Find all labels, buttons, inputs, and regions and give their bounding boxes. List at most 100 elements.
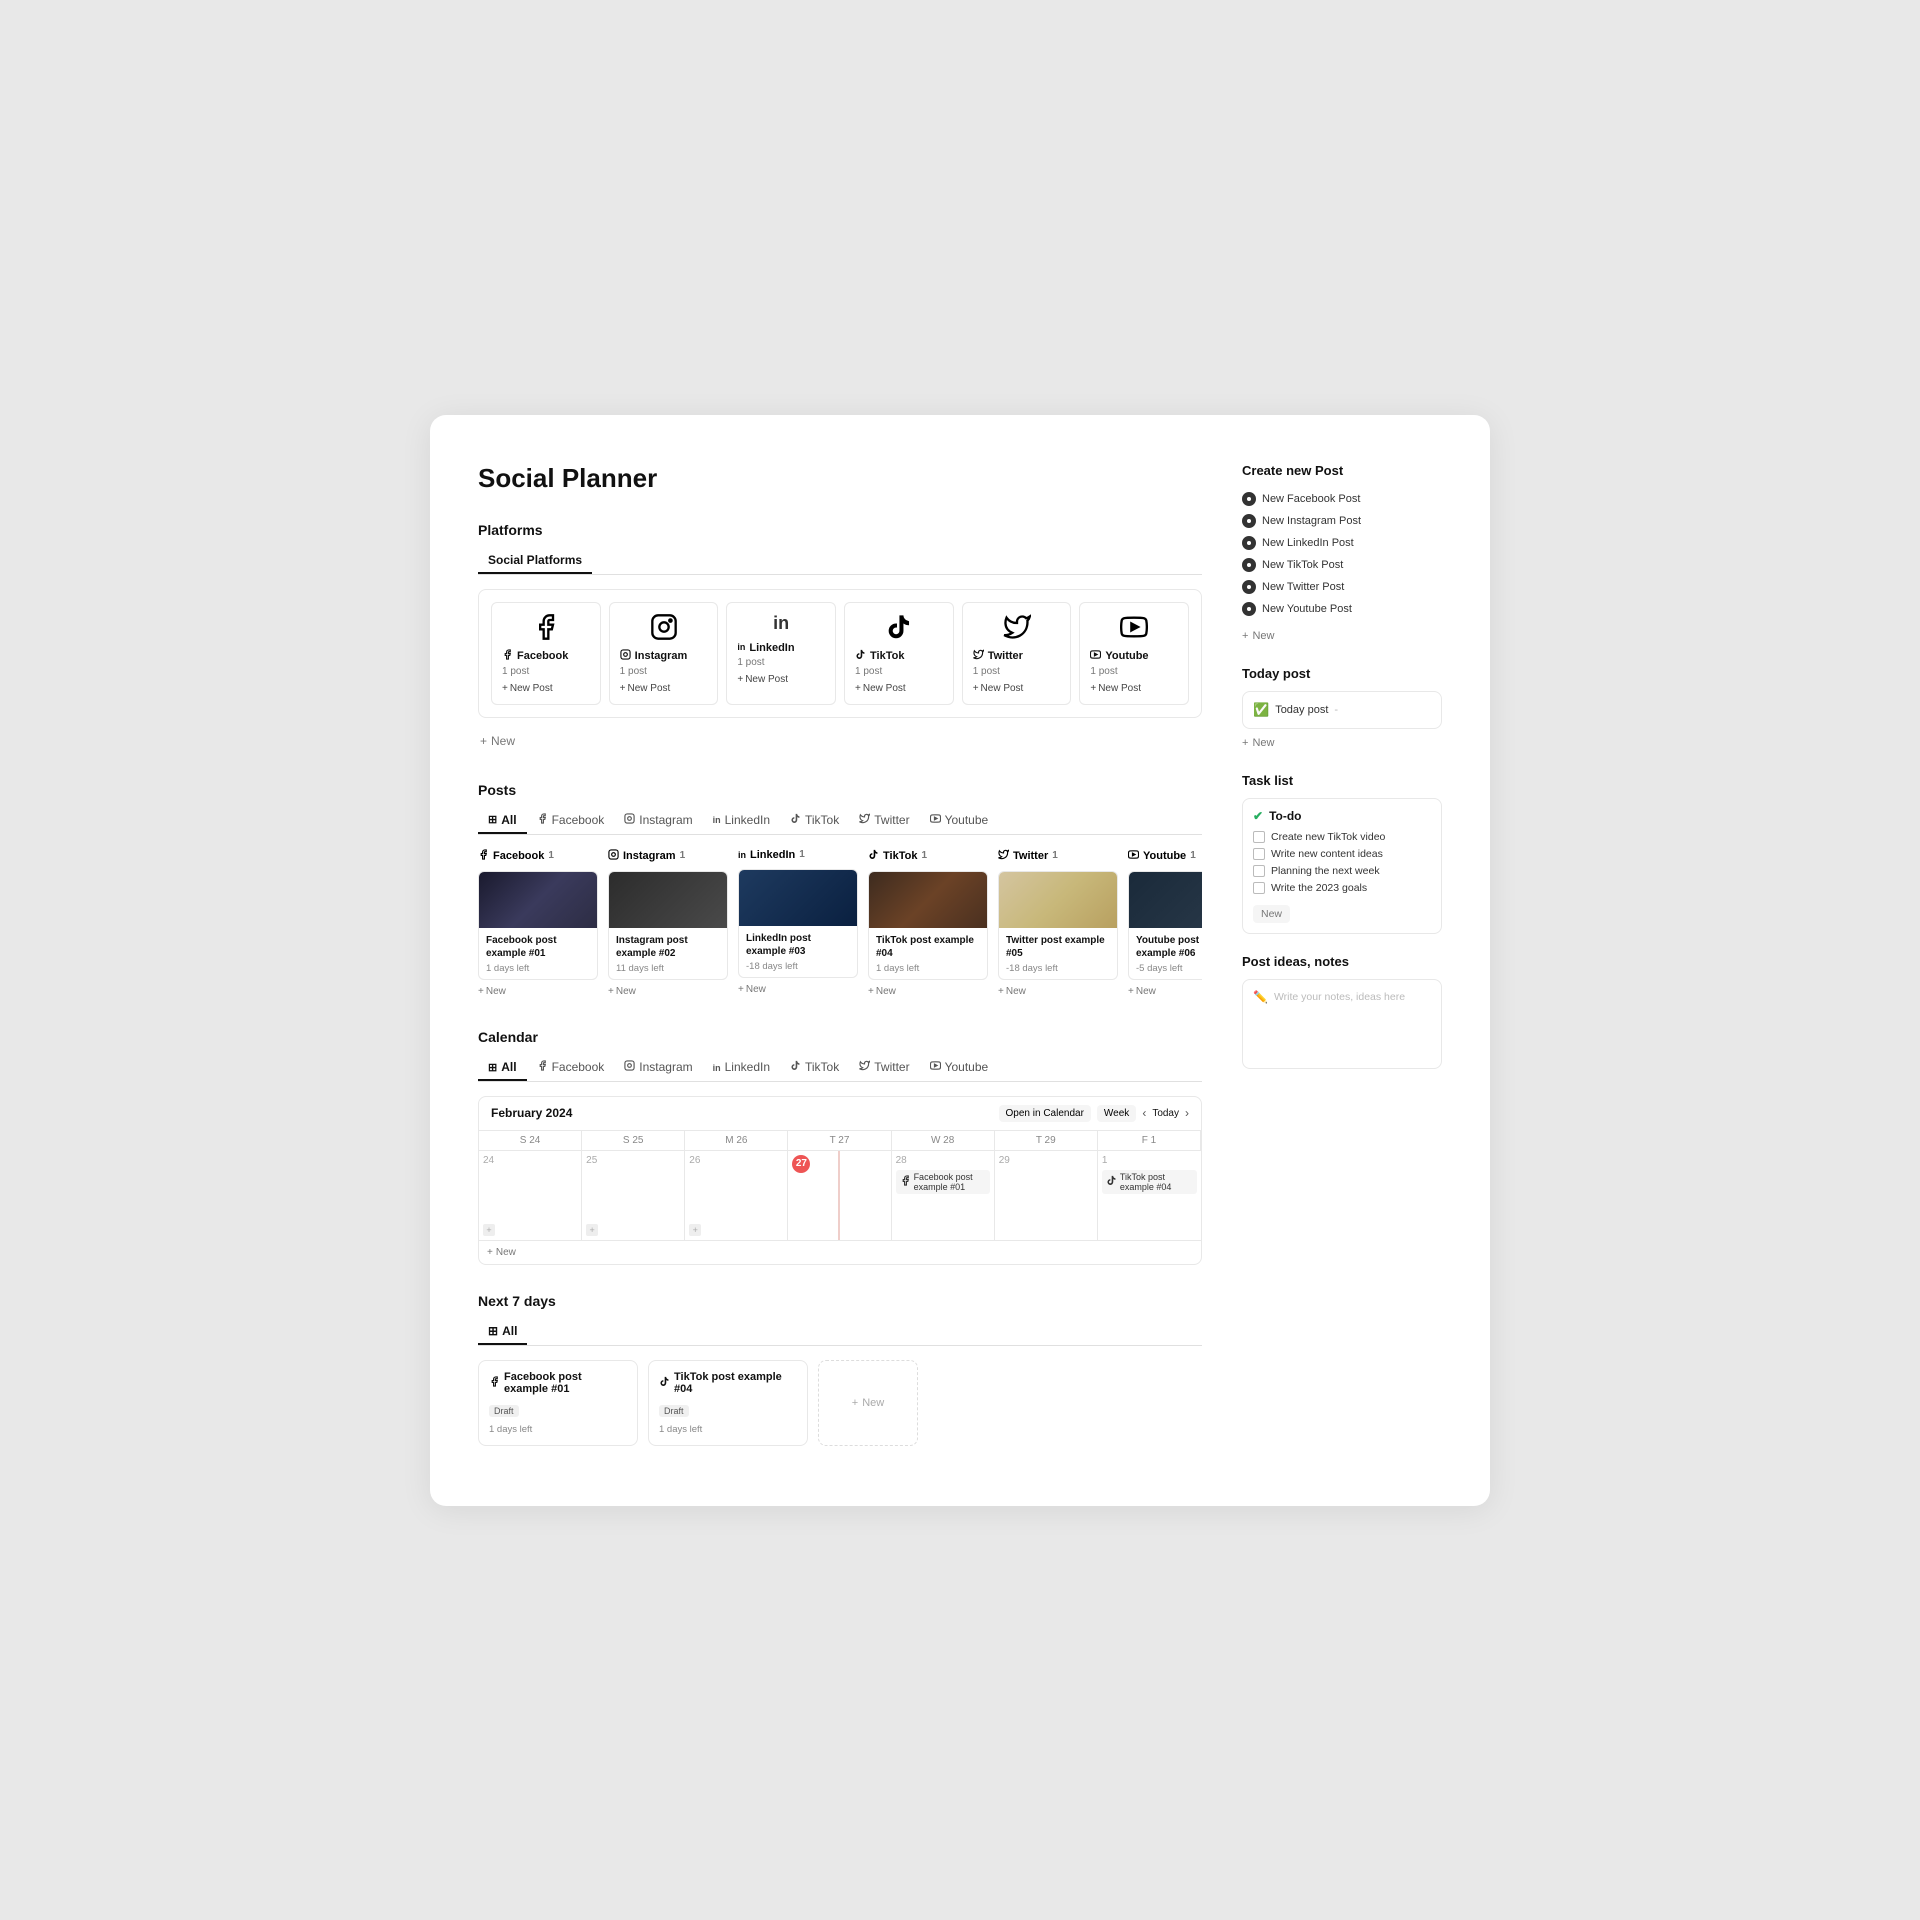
instagram-post-count: 1 post xyxy=(620,666,647,677)
cal-cell-add[interactable]: + xyxy=(483,1224,495,1236)
create-post-item[interactable]: New Twitter Post xyxy=(1242,576,1442,598)
cal-tab-youtube[interactable]: Youtube xyxy=(920,1055,999,1081)
instagram-new-post[interactable]: + New Post xyxy=(620,683,671,694)
task-new-button[interactable]: New xyxy=(1253,905,1290,923)
task-checkbox[interactable] xyxy=(1253,882,1265,894)
next7-card[interactable]: TikTok post example #04 Draft 1 days lef… xyxy=(648,1360,808,1446)
next7-add-new[interactable]: +New xyxy=(818,1360,918,1446)
next7-card[interactable]: Facebook post example #01 Draft 1 days l… xyxy=(478,1360,638,1446)
task-item[interactable]: Create new TikTok video xyxy=(1253,831,1431,843)
add-new-platform[interactable]: + New xyxy=(478,728,1202,754)
tiktok-small-icon xyxy=(855,649,866,663)
post-card[interactable]: Twitter post example #05 -18 days left xyxy=(998,871,1118,980)
posts-tab-instagram[interactable]: Instagram xyxy=(614,808,702,834)
posts-scroll: Facebook 1 Facebook post example #01 1 d… xyxy=(478,849,1202,1001)
cal-event-♪[interactable]: TikTok post example #04 xyxy=(1102,1170,1197,1194)
platform-card-linkedin[interactable]: in in LinkedIn 1 post + New Post xyxy=(726,602,836,705)
count-badge: 1 xyxy=(1052,850,1058,861)
open-in-calendar-button[interactable]: Open in Calendar xyxy=(999,1105,1091,1122)
platforms-tab-bar: Social Platforms xyxy=(478,548,1202,575)
event-title: TikTok post example #04 xyxy=(1120,1172,1193,1192)
cal-event-f[interactable]: Facebook post example #01 xyxy=(896,1170,990,1194)
create-post-item[interactable]: New Instagram Post xyxy=(1242,510,1442,532)
calendar-next-button[interactable]: › xyxy=(1185,1106,1189,1120)
task-checkbox[interactable] xyxy=(1253,831,1265,843)
twitter-new-post[interactable]: + New xyxy=(998,986,1118,997)
task-item[interactable]: Planning the next week xyxy=(1253,865,1431,877)
post-card[interactable]: Instagram post example #02 11 days left xyxy=(608,871,728,980)
platform-icon xyxy=(659,1376,670,1390)
tab-social-platforms[interactable]: Social Platforms xyxy=(478,548,592,574)
cal-cell-add[interactable]: + xyxy=(689,1224,701,1236)
posts-tab-linkedin[interactable]: inLinkedIn xyxy=(703,808,780,834)
check-circle-icon: ✔ xyxy=(1253,809,1263,823)
facebook-small-icon xyxy=(502,649,513,663)
tiktok-new-post[interactable]: + New xyxy=(868,986,988,997)
facebook-new-post[interactable]: + New Post xyxy=(502,683,553,694)
notes-box[interactable]: ✏️ Write your notes, ideas here xyxy=(1242,979,1442,1069)
cal-cell-add[interactable]: + xyxy=(586,1224,598,1236)
twitter-new-post[interactable]: + New Post xyxy=(973,683,1024,694)
posts-tab-facebook[interactable]: Facebook xyxy=(527,808,615,834)
post-title: Youtube post example #06 xyxy=(1136,934,1202,960)
cal-tab-tiktok[interactable]: TikTok xyxy=(780,1055,849,1081)
facebook-new-post[interactable]: + New xyxy=(478,986,598,997)
calendar-add-new[interactable]: + New xyxy=(479,1241,1201,1264)
posts-tab-tiktok[interactable]: TikTok xyxy=(780,808,849,834)
next7days-section: Next 7 days ⊞ All Facebook post example … xyxy=(478,1293,1202,1446)
platform-card-tiktok[interactable]: TikTok 1 post + New Post xyxy=(844,602,954,705)
posts-tab-twitter[interactable]: Twitter xyxy=(849,808,919,834)
post-card[interactable]: LinkedIn post example #03 -18 days left xyxy=(738,869,858,978)
task-checkbox[interactable] xyxy=(1253,865,1265,877)
cal-tab-linkedin[interactable]: inLinkedIn xyxy=(703,1055,780,1081)
youtube-new-post[interactable]: + New Post xyxy=(1090,683,1141,694)
youtube-new-post[interactable]: + New xyxy=(1128,986,1202,997)
tab-next7-all[interactable]: ⊞ All xyxy=(478,1319,527,1345)
linkedin-new-post[interactable]: + New Post xyxy=(737,674,788,685)
create-post-add-new[interactable]: + New xyxy=(1242,626,1442,646)
task-label: Write new content ideas xyxy=(1271,848,1383,860)
task-item[interactable]: Write the 2023 goals xyxy=(1253,882,1431,894)
cal-tab-twitter[interactable]: Twitter xyxy=(849,1055,919,1081)
left-column: Social Planner Platforms Social Platform… xyxy=(478,463,1202,1446)
platform-card-instagram[interactable]: Instagram 1 post + New Post xyxy=(609,602,719,705)
platform-card-facebook[interactable]: Facebook 1 post + New Post xyxy=(491,602,601,705)
tiktok-new-post[interactable]: + New Post xyxy=(855,683,906,694)
all-cal-tab-icon: ⊞ xyxy=(488,1060,497,1074)
count-badge: 1 xyxy=(548,850,554,861)
notes-title: Post ideas, notes xyxy=(1242,954,1442,969)
next7-card-title: TikTok post example #04 xyxy=(659,1371,797,1395)
instagram-new-post[interactable]: + New xyxy=(608,986,728,997)
post-card[interactable]: Facebook post example #01 1 days left xyxy=(478,871,598,980)
linkedin-small-icon: in xyxy=(737,642,745,653)
posts-col-linkedin: in LinkedIn 1 LinkedIn post example #03 … xyxy=(738,849,858,997)
cal-tab-all[interactable]: ⊞ All xyxy=(478,1055,527,1081)
post-title: Facebook post example #01 xyxy=(486,934,590,960)
linkedin-name: in LinkedIn xyxy=(737,642,794,654)
page-title: Social Planner xyxy=(478,463,1202,494)
cal-tab-instagram[interactable]: Instagram xyxy=(614,1055,702,1081)
platform-card-twitter[interactable]: Twitter 1 post + New Post xyxy=(962,602,1072,705)
post-card[interactable]: Youtube post example #06 -5 days left xyxy=(1128,871,1202,980)
calendar-prev-button[interactable]: ‹ xyxy=(1142,1106,1146,1120)
platform-card-youtube[interactable]: Youtube 1 post + New Post xyxy=(1079,602,1189,705)
task-item[interactable]: Write new content ideas xyxy=(1253,848,1431,860)
week-view-button[interactable]: Week xyxy=(1097,1105,1136,1122)
today-post-add-new[interactable]: + New xyxy=(1242,733,1442,753)
cal-tab-facebook[interactable]: Facebook xyxy=(527,1055,615,1081)
plus-icon: + xyxy=(620,683,626,694)
linkedin-new-post[interactable]: + New xyxy=(738,984,858,995)
calendar-today-button[interactable]: Today xyxy=(1152,1108,1179,1119)
create-post-item[interactable]: New TikTok Post xyxy=(1242,554,1442,576)
create-post-item[interactable]: New Youtube Post xyxy=(1242,598,1442,620)
post-card[interactable]: TikTok post example #04 1 days left xyxy=(868,871,988,980)
day-num: 28 xyxy=(896,1155,990,1166)
create-post-item[interactable]: New Facebook Post xyxy=(1242,488,1442,510)
posts-tab-all[interactable]: ⊞ All xyxy=(478,808,527,834)
posts-tab-youtube[interactable]: Youtube xyxy=(920,808,999,834)
linkedin-big-icon: in xyxy=(737,613,825,634)
task-checkbox[interactable] xyxy=(1253,848,1265,860)
create-post-item[interactable]: New LinkedIn Post xyxy=(1242,532,1442,554)
post-title: TikTok post example #04 xyxy=(876,934,980,960)
post-days: 1 days left xyxy=(486,963,590,974)
